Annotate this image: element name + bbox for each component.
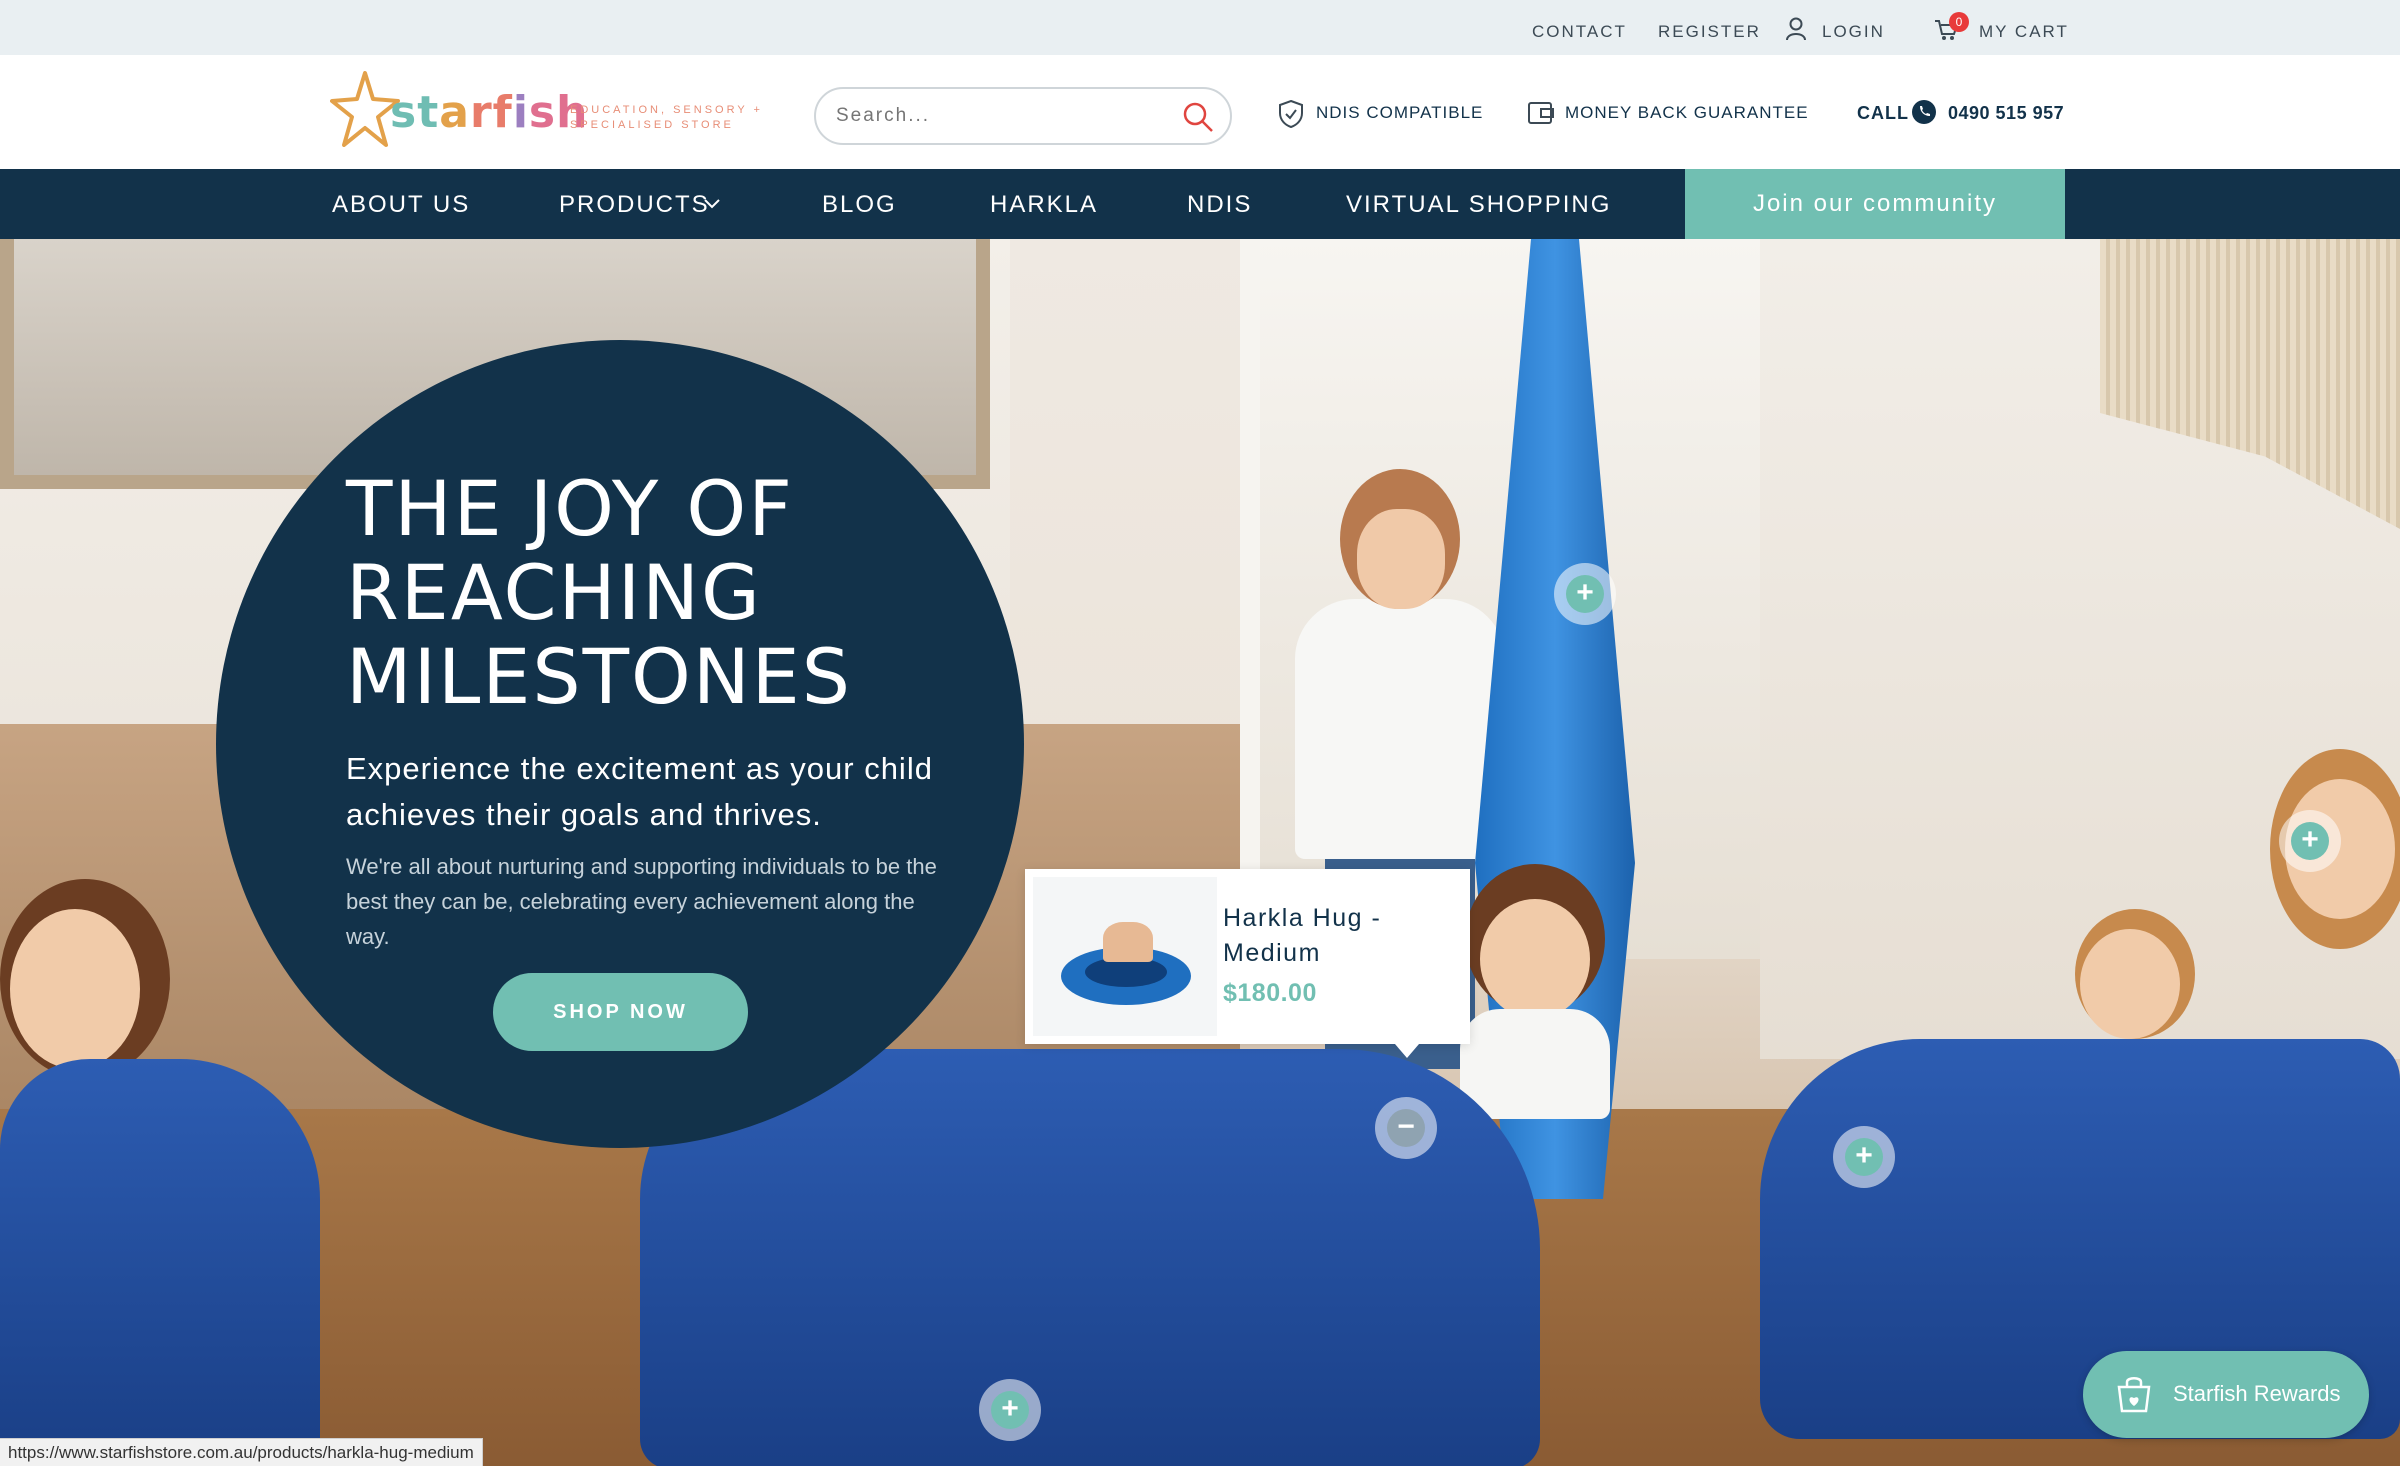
plus-icon: +: [1566, 575, 1604, 613]
status-url: https://www.starfishstore.com.au/product…: [0, 1438, 483, 1466]
register-link[interactable]: REGISTER: [1658, 22, 1761, 42]
main-nav: ABOUT US PRODUCTS BLOG HARKLA NDIS Virtu…: [0, 169, 2400, 239]
product-hotspot[interactable]: +: [979, 1379, 1041, 1441]
product-hotspot[interactable]: +: [2279, 810, 2341, 872]
cart-count-badge: 0: [1949, 12, 1969, 32]
shield-check-icon: [1278, 99, 1304, 133]
product-hotspot[interactable]: +: [1833, 1126, 1895, 1188]
join-community-button[interactable]: Join our community: [1685, 169, 2065, 239]
logo-tagline: EDUCATION, SENSORY + SPECIALISED STORE: [570, 104, 763, 131]
rewards-label: Starfish Rewards: [2173, 1381, 2341, 1406]
plus-icon: +: [1845, 1138, 1883, 1176]
top-utility-bar: CONTACT REGISTER LOGIN 0 MY CART: [0, 0, 2400, 55]
nav-virtual-shopping[interactable]: Virtual Shopping: [1346, 191, 1611, 219]
product-hotspot[interactable]: +: [1554, 563, 1616, 625]
plus-icon: +: [991, 1391, 1029, 1429]
product-name[interactable]: Harkla Hug - Medium: [1223, 901, 1443, 971]
nav-ndis[interactable]: NDIS: [1187, 191, 1252, 219]
logo-wordmark: starfish: [390, 87, 589, 138]
site-header: starfish EDUCATION, SENSORY + SPECIALISE…: [0, 55, 2400, 169]
nav-blog[interactable]: BLOG: [822, 191, 897, 219]
money-back-guarantee-label: MONEY BACK GUARANTEE: [1565, 103, 1809, 122]
product-popup[interactable]: Harkla Hug - Medium $180.00: [1025, 869, 1470, 1058]
shop-now-button[interactable]: SHOP NOW: [493, 973, 748, 1051]
nav-products[interactable]: PRODUCTS: [559, 191, 710, 219]
plus-icon: +: [2291, 822, 2329, 860]
contact-link[interactable]: CONTACT: [1532, 22, 1627, 42]
product-hotspot-active[interactable]: −: [1375, 1097, 1437, 1159]
nav-harkla[interactable]: HARKLA: [990, 191, 1098, 219]
nav-about-us[interactable]: ABOUT US: [332, 191, 470, 219]
login-link[interactable]: LOGIN: [1822, 22, 1885, 42]
hero-photo-beanbag: [0, 1059, 320, 1459]
user-icon[interactable]: [1785, 17, 1807, 46]
hero-subtitle: Experience the excitement as your child …: [346, 751, 933, 832]
phone-icon: [1912, 100, 1936, 124]
starfish-rewards-button[interactable]: Starfish Rewards: [2083, 1351, 2369, 1438]
shopping-bag-icon: [2113, 1373, 2155, 1420]
starfish-logo[interactable]: starfish EDUCATION, SENSORY + SPECIALISE…: [330, 67, 770, 153]
search-icon[interactable]: [1182, 101, 1214, 138]
hero-body: We're all about nurturing and supporting…: [346, 854, 937, 949]
my-cart-link[interactable]: MY CART: [1979, 22, 2069, 42]
product-price: $180.00: [1223, 979, 1317, 1007]
ndis-compatible-label: NDIS COMPATIBLE: [1316, 103, 1484, 122]
hero-banner: THE JOY OF reaching MILESTONES Experienc…: [0, 239, 2400, 1466]
hero-title: THE JOY OF reaching MILESTONES: [346, 464, 852, 721]
search-box[interactable]: [814, 87, 1232, 145]
search-input[interactable]: [836, 101, 1166, 131]
phone-number[interactable]: 0490 515 957: [1948, 103, 2064, 124]
chevron-down-icon[interactable]: [703, 197, 721, 215]
product-thumbnail[interactable]: [1033, 877, 1217, 1036]
call-label: CALL: [1857, 103, 1909, 123]
minus-icon: −: [1387, 1109, 1425, 1147]
wallet-icon: [1527, 100, 1555, 131]
